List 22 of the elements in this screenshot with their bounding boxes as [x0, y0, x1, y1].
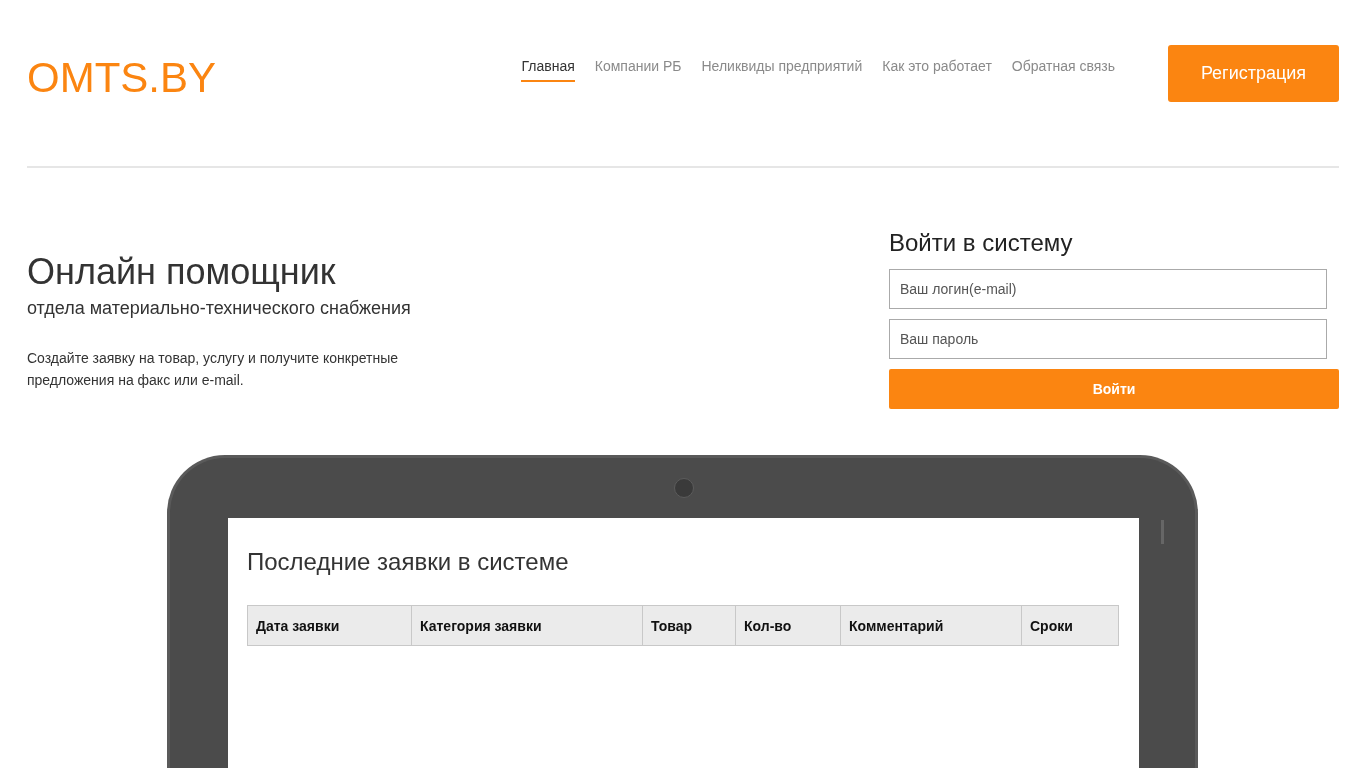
column-header: Сроки [1021, 605, 1119, 646]
nav-link[interactable]: Главная [521, 58, 575, 82]
nav-link[interactable]: Неликвиды предприятий [701, 58, 863, 82]
login-title: Войти в систему [889, 229, 1074, 257]
nav-link[interactable]: Компании РБ [594, 58, 682, 82]
login-field[interactable]: Ваш логин(e-mail) [889, 269, 1327, 309]
password-field[interactable]: Ваш пароль [889, 319, 1327, 359]
hero-title: Онлайн помощник [27, 252, 337, 292]
camera-icon [674, 478, 694, 498]
column-header: Комментарий [840, 605, 1022, 646]
logo[interactable]: OMTS.BY [27, 57, 217, 99]
table-title: Последние заявки в системе [247, 548, 570, 576]
column-header: Дата заявки [247, 605, 412, 646]
column-header: Кол-во [735, 605, 841, 646]
hero-text: Создайте заявку на товар, услугу и получите конкретные предложения на факс или e-mail. [27, 349, 400, 390]
column-header: Товар [642, 605, 736, 646]
register-button[interactable]: Регистрация [1168, 45, 1339, 102]
login-button[interactable]: Войти [889, 369, 1339, 409]
nav-link[interactable]: Как это работает [882, 58, 992, 82]
nav-link[interactable]: Обратная связь [1011, 58, 1115, 82]
hero-subtitle: отдела материально-технического снабжения [27, 298, 412, 319]
column-header: Категория заявки [411, 605, 643, 646]
